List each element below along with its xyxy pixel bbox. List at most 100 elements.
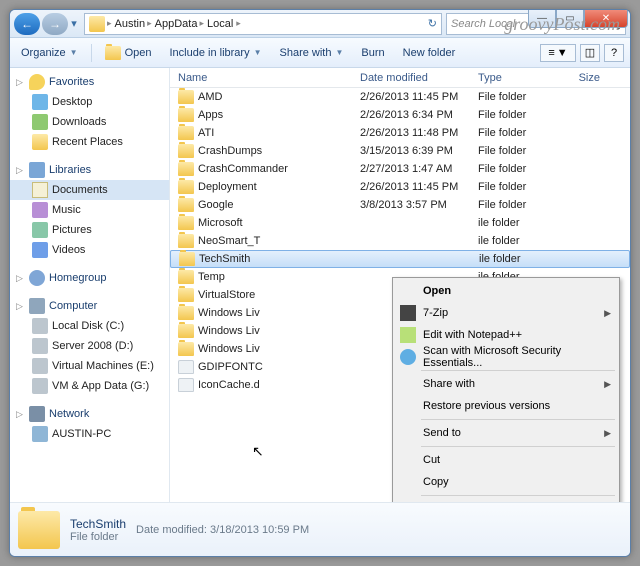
breadcrumb-item: ▸AppData	[147, 18, 197, 30]
details-pane: TechSmith File folder Date modified: 3/1…	[10, 502, 630, 556]
column-type[interactable]: Type	[478, 72, 558, 84]
folder-icon	[18, 511, 60, 549]
sidebar-item-drive-g[interactable]: VM & App Data (G:)	[10, 376, 169, 396]
folder-icon	[178, 180, 194, 194]
file-row[interactable]: TechSmithile folder	[170, 250, 630, 268]
details-modified: Date modified: 3/18/2013 10:59 PM	[136, 524, 309, 536]
disk-icon	[32, 338, 48, 354]
sidebar-item-videos[interactable]: Videos	[10, 240, 169, 260]
refresh-icon[interactable]: ↻	[428, 17, 437, 30]
folder-icon	[178, 288, 194, 302]
folder-icon	[178, 162, 194, 176]
context-item-scan-with-microsoft-security-essentials-[interactable]: Scan with Microsoft Security Essentials.…	[395, 346, 617, 368]
nav-back-button[interactable]: ←	[14, 13, 40, 35]
sidebar-computer[interactable]: ▷Computer	[10, 296, 169, 316]
folder-icon	[178, 324, 194, 338]
pictures-icon	[32, 222, 48, 238]
folder-icon	[105, 46, 121, 60]
folder-icon	[178, 90, 194, 104]
folder-icon	[178, 306, 194, 320]
organize-menu[interactable]: Organize▼	[16, 44, 83, 62]
open-button[interactable]: Open	[100, 43, 157, 63]
ms-icon	[400, 349, 416, 365]
downloads-icon	[32, 114, 48, 130]
desktop-icon	[32, 94, 48, 110]
cursor-icon: ↖	[252, 443, 264, 460]
navigation-pane: ▷Favorites Desktop Downloads Recent Plac…	[10, 68, 170, 502]
folder-icon	[178, 108, 194, 122]
file-row[interactable]: CrashDumps3/15/2013 6:39 PMFile folder	[170, 142, 630, 160]
libraries-icon	[29, 162, 45, 178]
sidebar-item-music[interactable]: Music	[10, 200, 169, 220]
file-row[interactable]: Apps2/26/2013 6:34 PMFile folder	[170, 106, 630, 124]
sidebar-item-desktop[interactable]: Desktop	[10, 92, 169, 112]
disk-icon	[32, 358, 48, 374]
nav-forward-button[interactable]: →	[42, 13, 68, 35]
sidebar-item-recent[interactable]: Recent Places	[10, 132, 169, 152]
sidebar-item-documents[interactable]: Documents	[10, 180, 169, 200]
folder-icon	[178, 144, 194, 158]
toolbar: Organize▼ Open Include in library▼ Share…	[10, 38, 630, 68]
context-item-share-with[interactable]: Share with▶	[395, 373, 617, 395]
column-name[interactable]: Name	[170, 72, 360, 84]
file-icon	[178, 378, 194, 392]
sidebar-item-drive-e[interactable]: Virtual Machines (E:)	[10, 356, 169, 376]
sidebar-item-pictures[interactable]: Pictures	[10, 220, 169, 240]
context-item-cut[interactable]: Cut	[395, 449, 617, 471]
file-row[interactable]: CrashCommander2/27/2013 1:47 AMFile fold…	[170, 160, 630, 178]
sidebar-homegroup[interactable]: ▷Homegroup	[10, 268, 169, 288]
context-item-restore-previous-versions[interactable]: Restore previous versions	[395, 395, 617, 417]
context-menu: Open7-Zip▶Edit with Notepad++Scan with M…	[392, 277, 620, 502]
file-row[interactable]: Google3/8/2013 3:57 PMFile folder	[170, 196, 630, 214]
context-item-copy[interactable]: Copy	[395, 471, 617, 493]
submenu-arrow-icon: ▶	[604, 379, 611, 390]
sidebar-libraries[interactable]: ▷Libraries	[10, 160, 169, 180]
preview-pane-button[interactable]: ◫	[580, 44, 600, 62]
context-item-open[interactable]: Open	[395, 280, 617, 302]
column-date[interactable]: Date modified	[360, 72, 478, 84]
details-type: File folder	[70, 531, 126, 543]
favorites-icon	[29, 74, 45, 90]
help-button[interactable]: ?	[604, 44, 624, 62]
new-folder-button[interactable]: New folder	[398, 44, 461, 62]
breadcrumb-item: ▸Austin	[107, 18, 145, 30]
include-library-menu[interactable]: Include in library▼	[164, 44, 266, 62]
close-button[interactable]: ✕	[584, 10, 628, 28]
breadcrumb[interactable]: ▸Austin ▸AppData ▸Local ▸ ↻	[84, 13, 442, 35]
folder-icon	[178, 216, 194, 230]
minimize-button[interactable]: —	[528, 10, 556, 28]
context-item-create-shortcut[interactable]: Create shortcut	[395, 498, 617, 502]
folder-icon	[178, 342, 194, 356]
file-row[interactable]: Deployment2/26/2013 11:45 PMFile folder	[170, 178, 630, 196]
sidebar-item-drive-c[interactable]: Local Disk (C:)	[10, 316, 169, 336]
sidebar-item-drive-d[interactable]: Server 2008 (D:)	[10, 336, 169, 356]
sidebar-network[interactable]: ▷Network	[10, 404, 169, 424]
share-with-menu[interactable]: Share with▼	[275, 44, 349, 62]
sidebar-item-pc[interactable]: AUSTIN-PC	[10, 424, 169, 444]
file-row[interactable]: NeoSmart_Tile folder	[170, 232, 630, 250]
sidebar-item-downloads[interactable]: Downloads	[10, 112, 169, 132]
submenu-arrow-icon: ▶	[604, 428, 611, 439]
disk-icon	[32, 378, 48, 394]
file-row[interactable]: Microsoftile folder	[170, 214, 630, 232]
file-icon	[178, 360, 194, 374]
breadcrumb-item: ▸Local ▸	[199, 18, 240, 30]
maximize-button[interactable]: ▭	[556, 10, 584, 28]
file-row[interactable]: ATI2/26/2013 11:48 PMFile folder	[170, 124, 630, 142]
sidebar-favorites[interactable]: ▷Favorites	[10, 72, 169, 92]
file-row[interactable]: AMD2/26/2013 11:45 PMFile folder	[170, 88, 630, 106]
file-list[interactable]: Name Date modified Type Size AMD2/26/201…	[170, 68, 630, 502]
view-options-button[interactable]: ≡▼	[540, 44, 576, 62]
context-item--zip[interactable]: 7-Zip▶	[395, 302, 617, 324]
column-size[interactable]: Size	[558, 72, 608, 84]
homegroup-icon	[29, 270, 45, 286]
submenu-arrow-icon: ▶	[604, 308, 611, 319]
context-item-send-to[interactable]: Send to▶	[395, 422, 617, 444]
burn-button[interactable]: Burn	[356, 44, 389, 62]
videos-icon	[32, 242, 48, 258]
details-name: TechSmith	[70, 517, 126, 531]
context-item-edit-with-notepad-[interactable]: Edit with Notepad++	[395, 324, 617, 346]
documents-icon	[32, 182, 48, 198]
folder-icon	[89, 16, 105, 32]
nav-history-dropdown[interactable]: ▾	[68, 13, 80, 35]
